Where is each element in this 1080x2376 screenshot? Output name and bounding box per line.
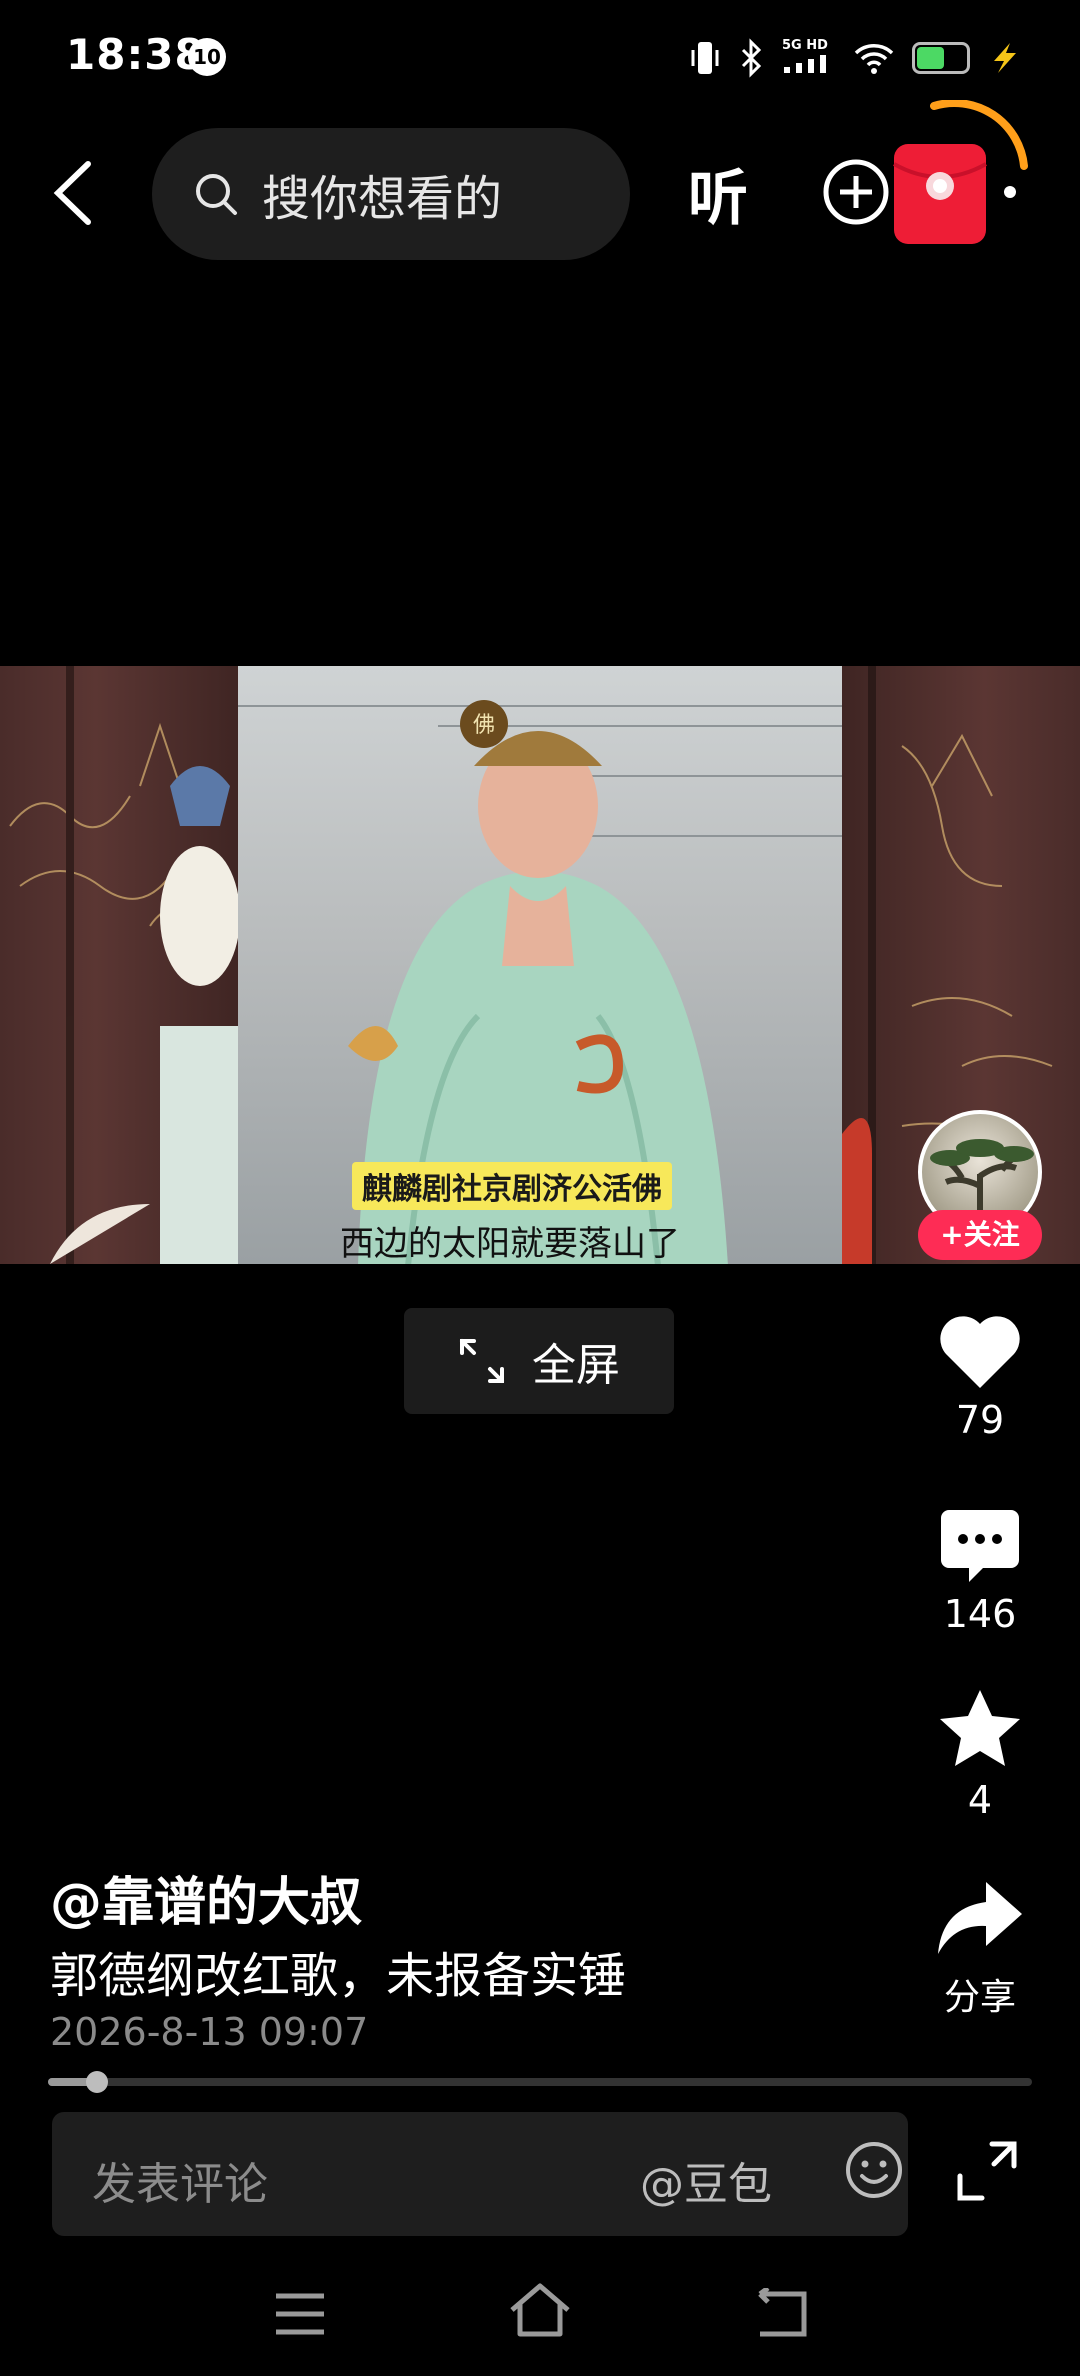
video-progress-bar[interactable] xyxy=(48,2071,1032,2093)
emoji-icon[interactable] xyxy=(844,2140,904,2200)
progress-knob[interactable] xyxy=(86,2071,109,2093)
video-caption-subtitle: 西边的太阳就要落山了 xyxy=(340,1224,680,1264)
battery-icon xyxy=(912,42,970,74)
share-icon xyxy=(938,1882,1022,1954)
search-icon xyxy=(196,174,237,215)
favorite-action[interactable]: 4 xyxy=(918,1688,1042,1822)
comment-count: 146 xyxy=(943,1592,1017,1636)
fullscreen-label: 全屏 xyxy=(532,1340,620,1391)
post-date: 2026-8-13 09:07 xyxy=(50,2010,369,2054)
comment-placeholder: 发表评论 xyxy=(92,2159,268,2210)
listen-button[interactable]: 听 xyxy=(688,150,748,237)
mention-button[interactable]: @豆包 xyxy=(640,2148,772,2212)
signal-icon: 5G HD xyxy=(782,39,836,77)
post-description: 郭德纲改红歌，未报备实锤 xyxy=(50,1948,627,2004)
like-action[interactable]: 79 xyxy=(918,1314,1042,1442)
search-placeholder: 搜你想看的 xyxy=(262,171,503,227)
red-packet-icon[interactable] xyxy=(890,138,990,248)
status-icons: 5G HD xyxy=(690,36,1020,80)
fullscreen-button[interactable]: 全屏 xyxy=(404,1308,674,1414)
follow-button[interactable]: +关注 xyxy=(918,1210,1042,1260)
expand-icon[interactable] xyxy=(956,2140,1018,2202)
comment-action[interactable]: 146 xyxy=(918,1508,1042,1636)
back-icon[interactable] xyxy=(48,158,108,228)
like-count: 79 xyxy=(955,1398,1005,1442)
heart-icon xyxy=(940,1316,1020,1388)
search-bar[interactable]: 搜你想看的 xyxy=(152,128,630,260)
status-time: 18:38 xyxy=(66,30,205,79)
menu-icon[interactable] xyxy=(274,2292,326,2336)
comment-icon xyxy=(941,1510,1019,1582)
author-name[interactable]: @靠谱的大叔 xyxy=(50,1860,362,1935)
share-action[interactable]: 分享 xyxy=(918,1880,1042,2020)
share-label: 分享 xyxy=(943,1977,1016,2018)
hat-mark: 佛 xyxy=(473,713,495,738)
home-icon[interactable] xyxy=(508,2282,572,2338)
add-icon[interactable] xyxy=(822,158,890,226)
notification-badge: 10 xyxy=(188,38,226,76)
video-left-screen-panel xyxy=(0,666,240,1264)
fullscreen-arrows-icon xyxy=(460,1339,504,1383)
more-icon[interactable] xyxy=(1004,186,1016,198)
favorite-count: 4 xyxy=(967,1778,993,1822)
vibrate-icon xyxy=(691,42,719,74)
star-icon xyxy=(940,1690,1020,1766)
status-bar: 18:38 10 5G HD xyxy=(0,0,1080,110)
comment-input[interactable]: 发表评论 @豆包 xyxy=(52,2112,908,2236)
video-caption-title: 麒麟剧社京剧济公活佛 xyxy=(352,1162,672,1210)
charging-icon xyxy=(994,43,1016,73)
bluetooth-icon xyxy=(741,38,762,78)
wifi-icon xyxy=(854,44,894,74)
network-type: 5G HD xyxy=(782,38,828,53)
back-nav-icon[interactable] xyxy=(752,2288,812,2338)
